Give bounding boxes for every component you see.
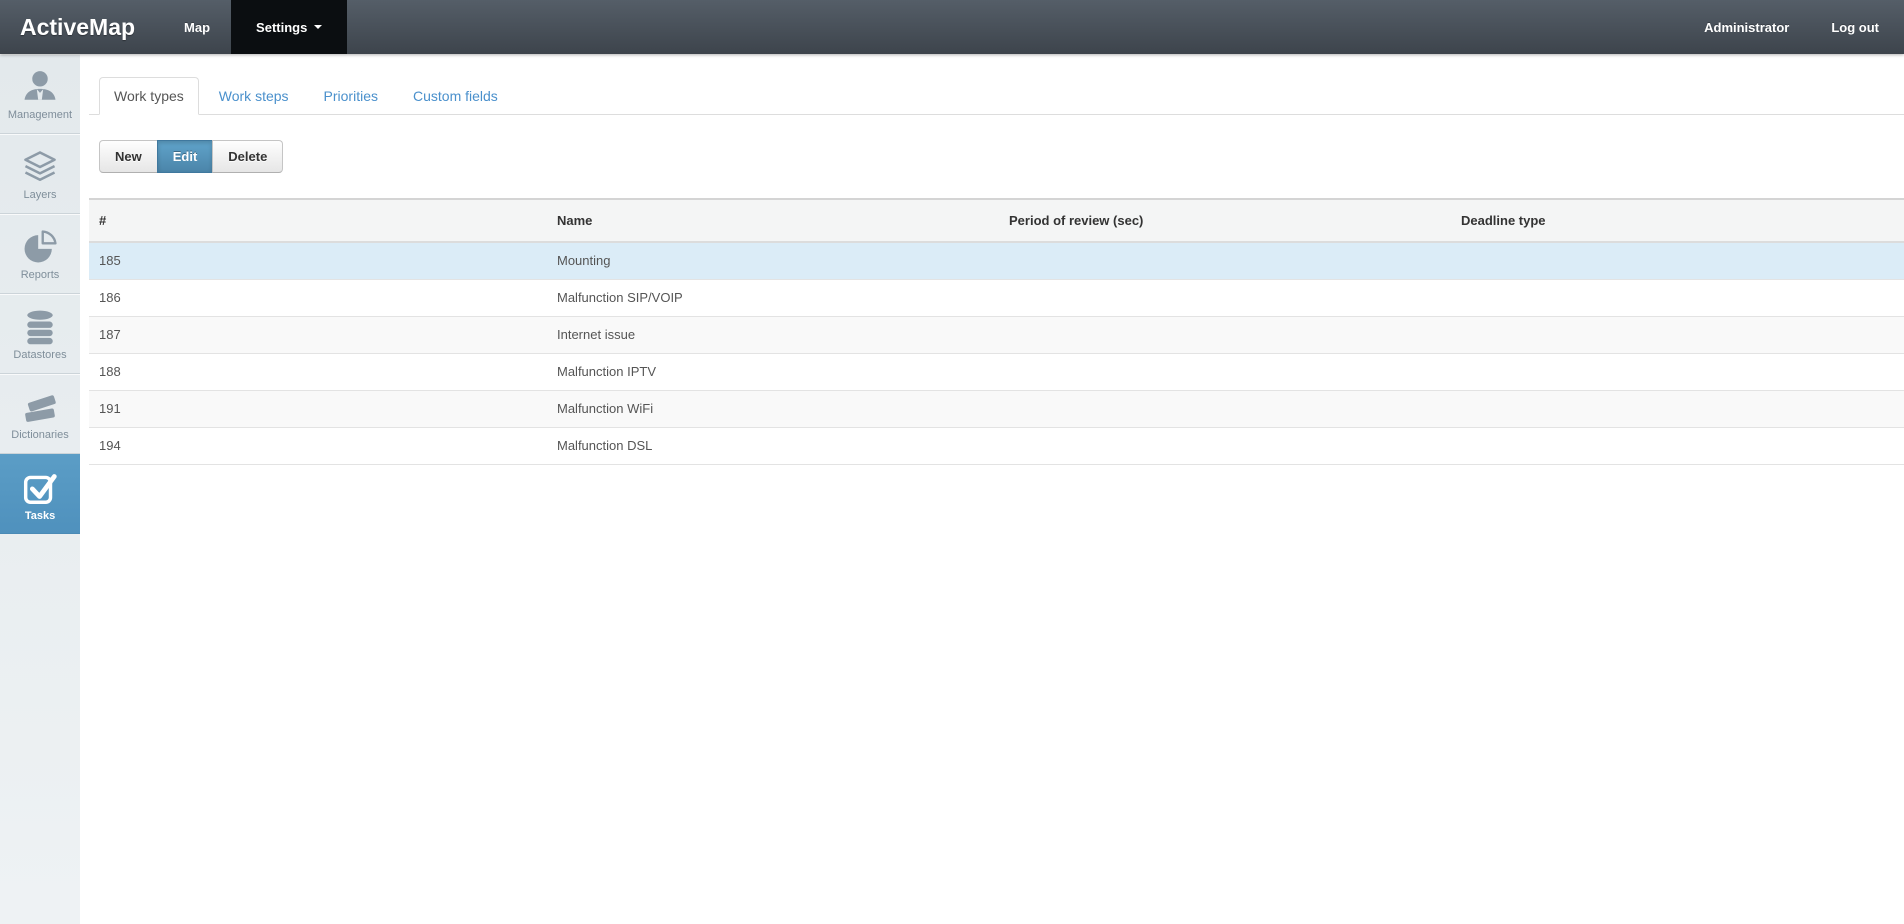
cell-period xyxy=(999,390,1451,427)
delete-button[interactable]: Delete xyxy=(212,140,283,173)
sidebar-item-management[interactable]: Management xyxy=(0,54,80,134)
cell-num: 188 xyxy=(89,353,547,390)
main-content: Work types Work steps Priorities Custom … xyxy=(80,54,1904,924)
cell-period xyxy=(999,242,1451,279)
cell-deadline xyxy=(1451,427,1904,464)
nav-item-settings-label: Settings xyxy=(256,20,307,35)
column-header-num[interactable]: # xyxy=(89,199,547,242)
sidebar-item-label: Management xyxy=(8,109,72,121)
layers-icon xyxy=(20,147,60,187)
cell-name: Malfunction DSL xyxy=(547,427,999,464)
tab-work-steps[interactable]: Work steps xyxy=(204,77,304,115)
cell-period xyxy=(999,427,1451,464)
left-sidebar: Management Layers Reports xyxy=(0,54,80,924)
column-header-name[interactable]: Name xyxy=(547,199,999,242)
cell-name: Mounting xyxy=(547,242,999,279)
checkbox-icon xyxy=(18,466,62,508)
nav-item-map[interactable]: Map xyxy=(163,0,231,54)
sidebar-item-datastores[interactable]: Datastores xyxy=(0,294,80,374)
tab-priorities[interactable]: Priorities xyxy=(309,77,393,115)
cell-period xyxy=(999,316,1451,353)
new-button[interactable]: New xyxy=(99,140,158,173)
cell-num: 191 xyxy=(89,390,547,427)
app-window: ActiveMap Map Settings Administrator Log… xyxy=(0,0,1904,924)
table-row[interactable]: 191 Malfunction WiFi xyxy=(89,390,1904,427)
cell-name: Internet issue xyxy=(547,316,999,353)
sidebar-item-label: Tasks xyxy=(25,510,55,522)
brand-logo[interactable]: ActiveMap xyxy=(0,0,163,54)
user-icon xyxy=(20,67,60,107)
cell-deadline xyxy=(1451,316,1904,353)
books-icon xyxy=(20,387,60,427)
cell-name: Malfunction IPTV xyxy=(547,353,999,390)
cell-deadline xyxy=(1451,242,1904,279)
cell-period xyxy=(999,279,1451,316)
column-header-period[interactable]: Period of review (sec) xyxy=(999,199,1451,242)
cell-deadline xyxy=(1451,390,1904,427)
table-header-row: # Name Period of review (sec) Deadline t… xyxy=(89,199,1904,242)
cell-period xyxy=(999,353,1451,390)
cell-num: 194 xyxy=(89,427,547,464)
cell-name: Malfunction WiFi xyxy=(547,390,999,427)
tab-custom-fields[interactable]: Custom fields xyxy=(398,77,513,115)
nav-item-map-label: Map xyxy=(184,20,210,35)
sidebar-item-label: Datastores xyxy=(13,349,66,361)
user-menu: Administrator Log out xyxy=(1683,0,1904,54)
column-header-deadline[interactable]: Deadline type xyxy=(1451,199,1904,242)
table-row[interactable]: 188 Malfunction IPTV xyxy=(89,353,1904,390)
sidebar-item-label: Layers xyxy=(23,189,56,201)
table-row[interactable]: 194 Malfunction DSL xyxy=(89,427,1904,464)
cell-deadline xyxy=(1451,279,1904,316)
cell-num: 185 xyxy=(89,242,547,279)
pie-chart-icon xyxy=(20,227,60,267)
nav-item-settings[interactable]: Settings xyxy=(231,0,347,54)
table-row[interactable]: 186 Malfunction SIP/VOIP xyxy=(89,279,1904,316)
logout-button[interactable]: Log out xyxy=(1810,0,1900,54)
table-row[interactable]: 187 Internet issue xyxy=(89,316,1904,353)
database-icon xyxy=(20,307,60,347)
edit-button[interactable]: Edit xyxy=(157,140,214,173)
sidebar-item-label: Reports xyxy=(21,269,60,281)
actions-toolbar: New Edit Delete xyxy=(99,140,283,173)
table-row[interactable]: 185 Mounting xyxy=(89,242,1904,279)
main-menu: Map Settings xyxy=(163,0,347,54)
work-types-table: # Name Period of review (sec) Deadline t… xyxy=(89,198,1904,465)
top-navbar: ActiveMap Map Settings Administrator Log… xyxy=(0,0,1904,54)
caret-down-icon xyxy=(314,25,322,29)
cell-num: 187 xyxy=(89,316,547,353)
sidebar-item-reports[interactable]: Reports xyxy=(0,214,80,294)
sidebar-item-dictionaries[interactable]: Dictionaries xyxy=(0,374,80,454)
cell-deadline xyxy=(1451,353,1904,390)
sidebar-item-tasks[interactable]: Tasks xyxy=(0,454,80,534)
sidebar-item-layers[interactable]: Layers xyxy=(0,134,80,214)
current-user[interactable]: Administrator xyxy=(1683,0,1810,54)
tab-work-types[interactable]: Work types xyxy=(99,77,199,115)
sidebar-item-label: Dictionaries xyxy=(11,429,68,441)
cell-name: Malfunction SIP/VOIP xyxy=(547,279,999,316)
tab-bar: Work types Work steps Priorities Custom … xyxy=(89,77,1904,115)
cell-num: 186 xyxy=(89,279,547,316)
